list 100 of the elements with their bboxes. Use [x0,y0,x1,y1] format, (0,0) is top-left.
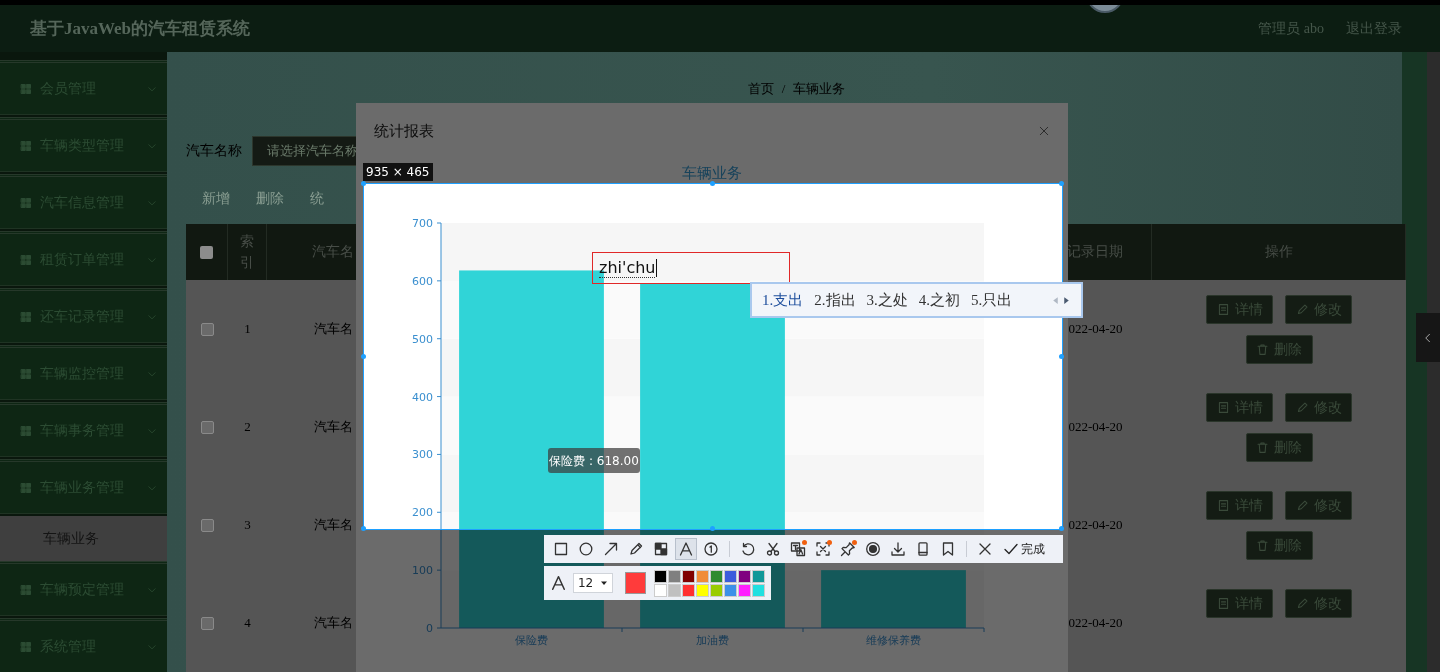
axis-label: 700 [412,217,433,230]
grid-icon [20,424,32,437]
scan-icon [815,541,831,557]
font-icon [550,574,567,592]
table-cell: 2 [244,419,251,435]
checkbox[interactable] [200,420,214,434]
action-button[interactable]: 新增 [202,190,230,208]
color-swatch[interactable] [752,569,765,583]
checkbox[interactable] [200,616,214,630]
axis-label: 维修保养费 [866,634,921,647]
axis-label: 500 [412,332,433,346]
axis-label: 0 [426,622,433,635]
color-swatch[interactable] [696,583,709,597]
color-swatch[interactable] [724,569,737,583]
color-swatch[interactable] [738,583,751,597]
color-swatch[interactable] [682,583,695,597]
breadcrumb-link[interactable]: 首页 [747,80,774,98]
side-toggle-button[interactable] [1416,313,1440,362]
close-button[interactable] [1038,125,1050,137]
tool-button[interactable] [675,538,697,560]
table-cell: 3 [244,517,251,533]
trash-icon [1256,441,1269,454]
color-swatch[interactable] [724,583,737,597]
checkbox[interactable] [200,518,214,532]
translate-icon [790,541,806,557]
grid-icon [20,583,32,596]
resize-handle[interactable] [710,526,715,531]
rectangle-icon [553,541,569,557]
document-icon [1216,597,1230,610]
grid-icon [20,310,32,323]
pencil-icon [1295,401,1309,414]
resize-handle[interactable] [1059,353,1064,359]
scissors-icon [765,541,781,557]
color-swatch[interactable] [752,583,765,597]
grid-icon [20,367,32,380]
axis-label: 100 [412,564,433,578]
resize-handle[interactable] [1059,526,1064,531]
table-cell: 汽车名 [313,614,353,632]
candidate-item[interactable]: 3.之处 [866,290,908,310]
resize-handle[interactable] [361,526,366,531]
pencil-icon [1295,303,1309,316]
font-size-select[interactable]: 12 [572,573,614,593]
color-swatch[interactable] [710,583,723,597]
candidate-item[interactable]: 4.之初 [918,290,960,310]
table-cell: 022-04-20 [1068,615,1123,631]
axis-label: 保险费 [515,634,548,647]
table-cell: 汽车名 [313,516,353,534]
color-swatch[interactable] [668,569,681,583]
phone-icon [915,541,931,557]
color-swatch[interactable] [710,569,723,583]
action-button[interactable]: 删除 [256,190,284,208]
document-icon [1216,499,1230,512]
record-icon [865,541,881,557]
arrow-icon [603,541,619,557]
grid-icon [20,139,32,152]
grid-icon [20,82,32,95]
chart-title: 车辆业务 [682,164,742,182]
resize-handle[interactable] [710,181,715,186]
color-swatch[interactable] [682,569,695,583]
resize-handle[interactable] [1059,181,1064,186]
table-cell: 汽车名 [313,320,353,338]
color-swatch[interactable] [738,569,751,583]
size-label: 935 × 465 [363,163,433,181]
done-button[interactable]: 完成 [1001,540,1047,558]
circle-icon [578,541,594,557]
chart-tooltip: 保险费 : 618.00 [548,448,640,473]
grid-icon [20,481,32,494]
pencil-icon [1295,597,1309,610]
app-title: 基于JavaWeb的汽车租赁系统 [30,18,251,40]
checkbox[interactable] [200,245,213,259]
current-color-swatch[interactable] [625,572,646,594]
trash-icon [1256,343,1269,356]
color-swatch[interactable] [654,583,667,597]
candidate-item[interactable]: 5.只出 [971,290,1013,310]
pin-icon [840,541,856,557]
action-button[interactable]: 统 [310,190,324,208]
color-swatch[interactable] [668,583,681,597]
color-swatch[interactable] [654,569,667,583]
axis-label: 600 [412,274,433,288]
table-cell: 汽车名 [313,418,353,436]
grid-icon [20,253,32,266]
resize-handle[interactable] [361,353,366,359]
grid-icon [20,196,32,209]
table-cell: 022-04-20 [1068,419,1123,435]
document-icon [1216,401,1230,414]
checkbox[interactable] [200,322,214,336]
mosaic-icon [653,541,669,557]
axis-label: 加油费 [696,634,729,647]
table-cell: 022-04-20 [1068,321,1123,337]
axis-label: 200 [412,506,433,520]
breadcrumb-separator: / [781,81,786,97]
breadcrumb-link[interactable]: 车辆业务 [793,80,846,98]
field-label: 汽车名称 [186,142,242,160]
resize-handle[interactable] [361,181,366,186]
color-swatch[interactable] [696,569,709,583]
numbered-marker-icon [703,541,719,557]
table-cell: 022-04-20 [1068,517,1123,533]
close-icon [977,541,993,557]
candidate-item[interactable]: 1.支出 [762,290,804,310]
candidate-item[interactable]: 2.指出 [814,290,856,310]
